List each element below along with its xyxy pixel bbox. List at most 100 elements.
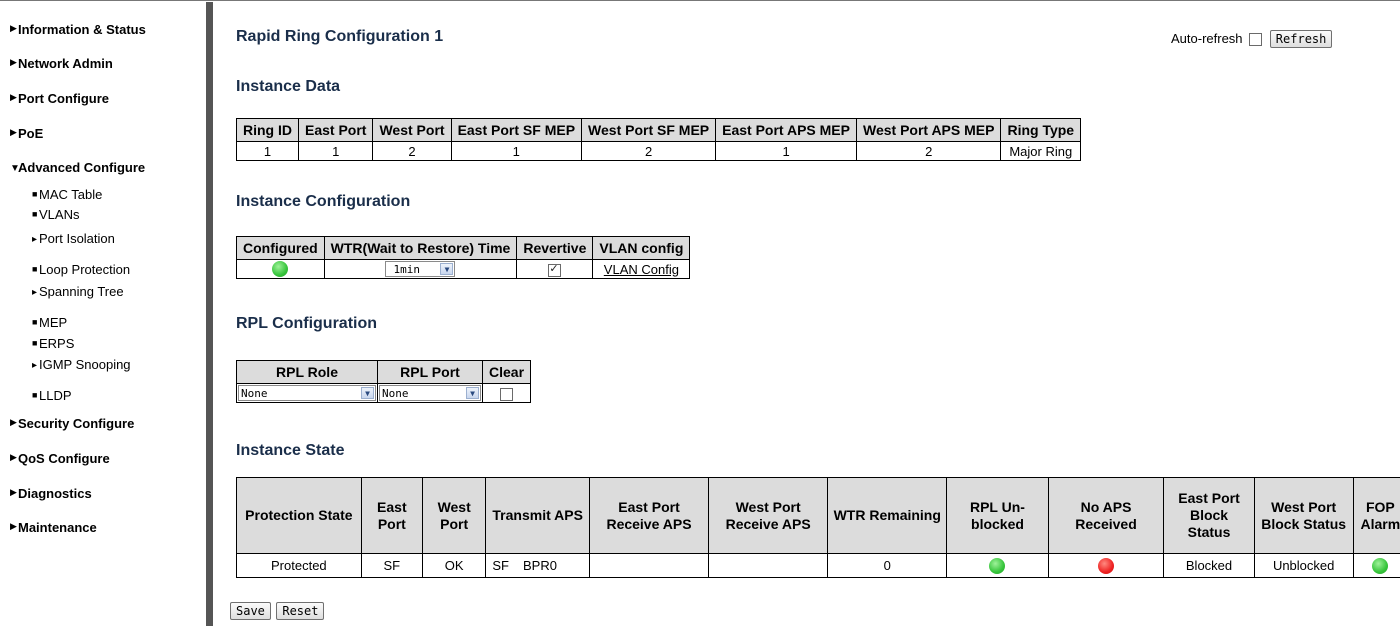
table-row: Protected SF OK SF BPR0 0 Blocked Unblock…	[236, 553, 1400, 578]
vlan-config-cell: VLAN Config	[592, 259, 691, 279]
col-header: Revertive	[516, 236, 594, 260]
cell: 2	[372, 141, 452, 161]
clear-checkbox[interactable]	[500, 387, 514, 401]
sidebar-item-network-admin[interactable]: ▶Network Admin	[10, 56, 113, 71]
instance-data-heading: Instance Data	[236, 78, 341, 95]
sidebar-item-label: QoS Configure	[18, 451, 110, 466]
bullet-icon: ■	[32, 390, 38, 400]
col-header: West Port APS MEP	[855, 118, 1002, 142]
col-header: West Port Block Status	[1253, 477, 1354, 554]
configured-status-icon	[272, 261, 289, 278]
cell: Major Ring	[1000, 141, 1082, 161]
table-header-row: RPL Role RPL Port Clear	[236, 360, 532, 384]
rpl-unblocked-cell	[946, 553, 1049, 578]
auto-refresh-label: Auto-refresh	[1171, 31, 1243, 46]
vlan-config-link[interactable]: VLAN Config	[604, 262, 679, 277]
sidebar-item-qos-configure[interactable]: ▶QoS Configure	[10, 451, 110, 466]
rpl-configuration-heading: RPL Configuration	[236, 315, 378, 332]
sidebar-subitem-igmp-snooping[interactable]: ▸ IGMP Snooping	[32, 357, 131, 372]
instance-data-table: Ring ID East Port West Port East Port SF…	[236, 118, 1082, 161]
sidebar-item-information-status[interactable]: ▶Information & Status	[10, 22, 146, 37]
col-header: RPL Port	[377, 360, 483, 384]
sidebar-subitem-mac-table[interactable]: ■ MAC Table	[32, 187, 102, 202]
west-block-status-cell: Unblocked	[1253, 553, 1354, 578]
sidebar: ▶Information & Status ▶Network Admin ▶Po…	[0, 2, 206, 626]
sidebar-item-label: Diagnostics	[18, 486, 92, 501]
east-receive-aps-cell	[588, 553, 710, 578]
caret-right-icon: ▶	[10, 23, 17, 33]
cell: 1	[236, 141, 299, 161]
sidebar-subitem-erps[interactable]: ■ ERPS	[32, 336, 74, 351]
sidebar-item-label: Advanced Configure	[18, 160, 146, 175]
wtr-remaining-cell: 0	[827, 553, 948, 578]
refresh-button[interactable]: Refresh	[1269, 30, 1333, 48]
col-header: VLAN config	[592, 236, 691, 260]
table-header-row: Protection State East Port West Port Tra…	[236, 477, 1400, 554]
bullet-icon: ■	[32, 264, 38, 274]
col-header: Ring ID	[236, 118, 299, 142]
sidebar-item-security-configure[interactable]: ▶Security Configure	[10, 416, 134, 431]
table-header-row: Ring ID East Port West Port East Port SF…	[236, 118, 1082, 142]
reset-button[interactable]: Reset	[276, 602, 325, 620]
caret-right-icon: ▶	[10, 92, 17, 102]
form-buttons: Save Reset	[230, 602, 325, 620]
sidebar-subitem-spanning-tree[interactable]: ▸ Spanning Tree	[32, 284, 124, 299]
table-row: 1min▼ VLAN Config	[236, 259, 691, 279]
sidebar-item-label: Security Configure	[18, 416, 135, 431]
cell: 2	[581, 141, 717, 161]
caret-right-icon: ▸	[32, 360, 38, 371]
sidebar-divider	[206, 2, 213, 626]
rpl-port-select[interactable]: None ▼	[379, 385, 481, 402]
caret-right-icon: ▸	[32, 234, 38, 245]
instance-state-table: Protection State East Port West Port Tra…	[236, 477, 1400, 578]
wtr-time-select[interactable]: 1min ▼	[385, 261, 456, 278]
rpl-port-cell: None ▼	[377, 383, 483, 403]
sidebar-subitem-port-isolation[interactable]: ▸ Port Isolation	[32, 231, 115, 246]
main-content: Rapid Ring Configuration 1 Auto-refresh …	[213, 0, 1400, 626]
sidebar-subitem-vlans[interactable]: ■ VLANs	[32, 207, 79, 222]
chevron-down-icon: ▼	[466, 387, 479, 400]
col-header: East Port SF MEP	[450, 118, 583, 142]
sidebar-subitem-lldp[interactable]: ■ LLDP	[32, 388, 72, 403]
no-aps-received-cell	[1047, 553, 1165, 578]
col-header: Transmit APS	[485, 477, 590, 554]
caret-right-icon: ▶	[10, 417, 17, 427]
sidebar-subitem-mep[interactable]: ■ MEP	[32, 315, 67, 330]
caret-down-icon: ▼	[10, 163, 20, 174]
sidebar-item-label: Port Configure	[18, 91, 109, 106]
rpl-configuration-table: RPL Role RPL Port Clear None ▼ None ▼	[236, 360, 532, 403]
revertive-checkbox[interactable]	[548, 262, 562, 277]
col-header: East Port Receive APS	[588, 477, 710, 554]
west-receive-aps-cell	[708, 553, 829, 578]
sidebar-item-maintenance[interactable]: ▶Maintenance	[10, 520, 97, 535]
save-button[interactable]: Save	[230, 602, 271, 620]
rpl-unblocked-status-icon	[989, 557, 1006, 574]
sidebar-subitem-loop-protection[interactable]: ■ Loop Protection	[32, 262, 130, 277]
bullet-icon: ■	[32, 317, 38, 327]
auto-refresh-checkbox[interactable]	[1249, 33, 1263, 47]
east-block-status-cell: Blocked	[1163, 553, 1255, 578]
fop-alarm-status-icon	[1372, 557, 1389, 574]
east-port-cell: SF	[360, 553, 423, 578]
protection-state-cell: Protected	[236, 553, 362, 578]
col-header: RPL Role	[236, 360, 378, 384]
bullet-icon: ■	[32, 189, 38, 199]
rpl-role-select[interactable]: None ▼	[238, 385, 376, 402]
col-header: WTR Remaining	[827, 477, 948, 554]
bullet-icon: ■	[32, 209, 38, 219]
col-header: FOP Alarm	[1352, 477, 1400, 554]
west-port-cell: OK	[421, 553, 487, 578]
no-aps-received-status-icon	[1098, 557, 1115, 574]
col-header: West Port SF MEP	[581, 118, 717, 142]
col-header: East Port APS MEP	[715, 118, 857, 142]
caret-right-icon: ▶	[10, 57, 17, 67]
transmit-aps-cell: SF BPR0	[485, 553, 590, 578]
sidebar-item-diagnostics[interactable]: ▶Diagnostics	[10, 486, 92, 501]
sidebar-item-advanced-configure[interactable]: ▼Advanced Configure	[10, 160, 145, 175]
sidebar-item-poe[interactable]: ▶PoE	[10, 126, 43, 141]
caret-right-icon: ▶	[10, 127, 17, 137]
table-row: 1 1 2 1 2 1 2 Major Ring	[236, 141, 1082, 161]
sidebar-item-port-configure[interactable]: ▶Port Configure	[10, 91, 109, 106]
page-title: Rapid Ring Configuration 1	[236, 28, 444, 45]
table-row: None ▼ None ▼	[236, 383, 532, 403]
